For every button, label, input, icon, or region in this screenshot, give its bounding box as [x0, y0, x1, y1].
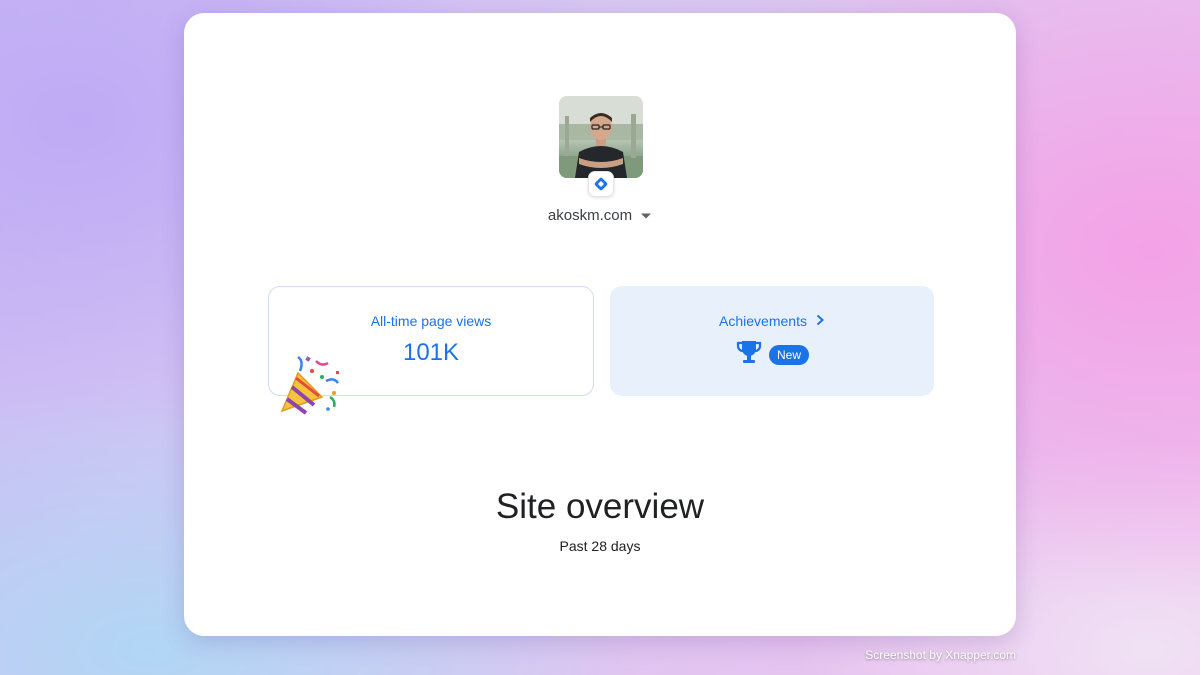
watermark: Screenshot by Xnapper.com: [865, 648, 1016, 662]
achievements-card[interactable]: Achievements New: [610, 286, 934, 396]
party-popper-icon: [276, 353, 342, 419]
page-views-label: All-time page views: [370, 313, 492, 329]
page-title: Site overview: [495, 487, 705, 526]
achievements-label: Achievements: [719, 313, 807, 329]
trophy-icon: [735, 339, 763, 370]
profile-photo: [559, 96, 643, 178]
caret-down-icon: [640, 212, 652, 220]
profile-avatar[interactable]: [559, 96, 643, 178]
site-selector[interactable]: akoskm.com: [184, 207, 1016, 224]
chevron-right-icon: [815, 313, 825, 329]
site-domain: akoskm.com: [547, 207, 633, 224]
new-badge: New: [768, 344, 809, 365]
achievements-row: New: [610, 339, 934, 370]
main-card: akoskm.com All-time page views 101K Achi…: [184, 13, 1016, 636]
achievements-link[interactable]: Achievements: [610, 313, 934, 329]
period-label: Past 28 days: [559, 538, 641, 554]
search-console-diamond-icon: [588, 171, 614, 197]
